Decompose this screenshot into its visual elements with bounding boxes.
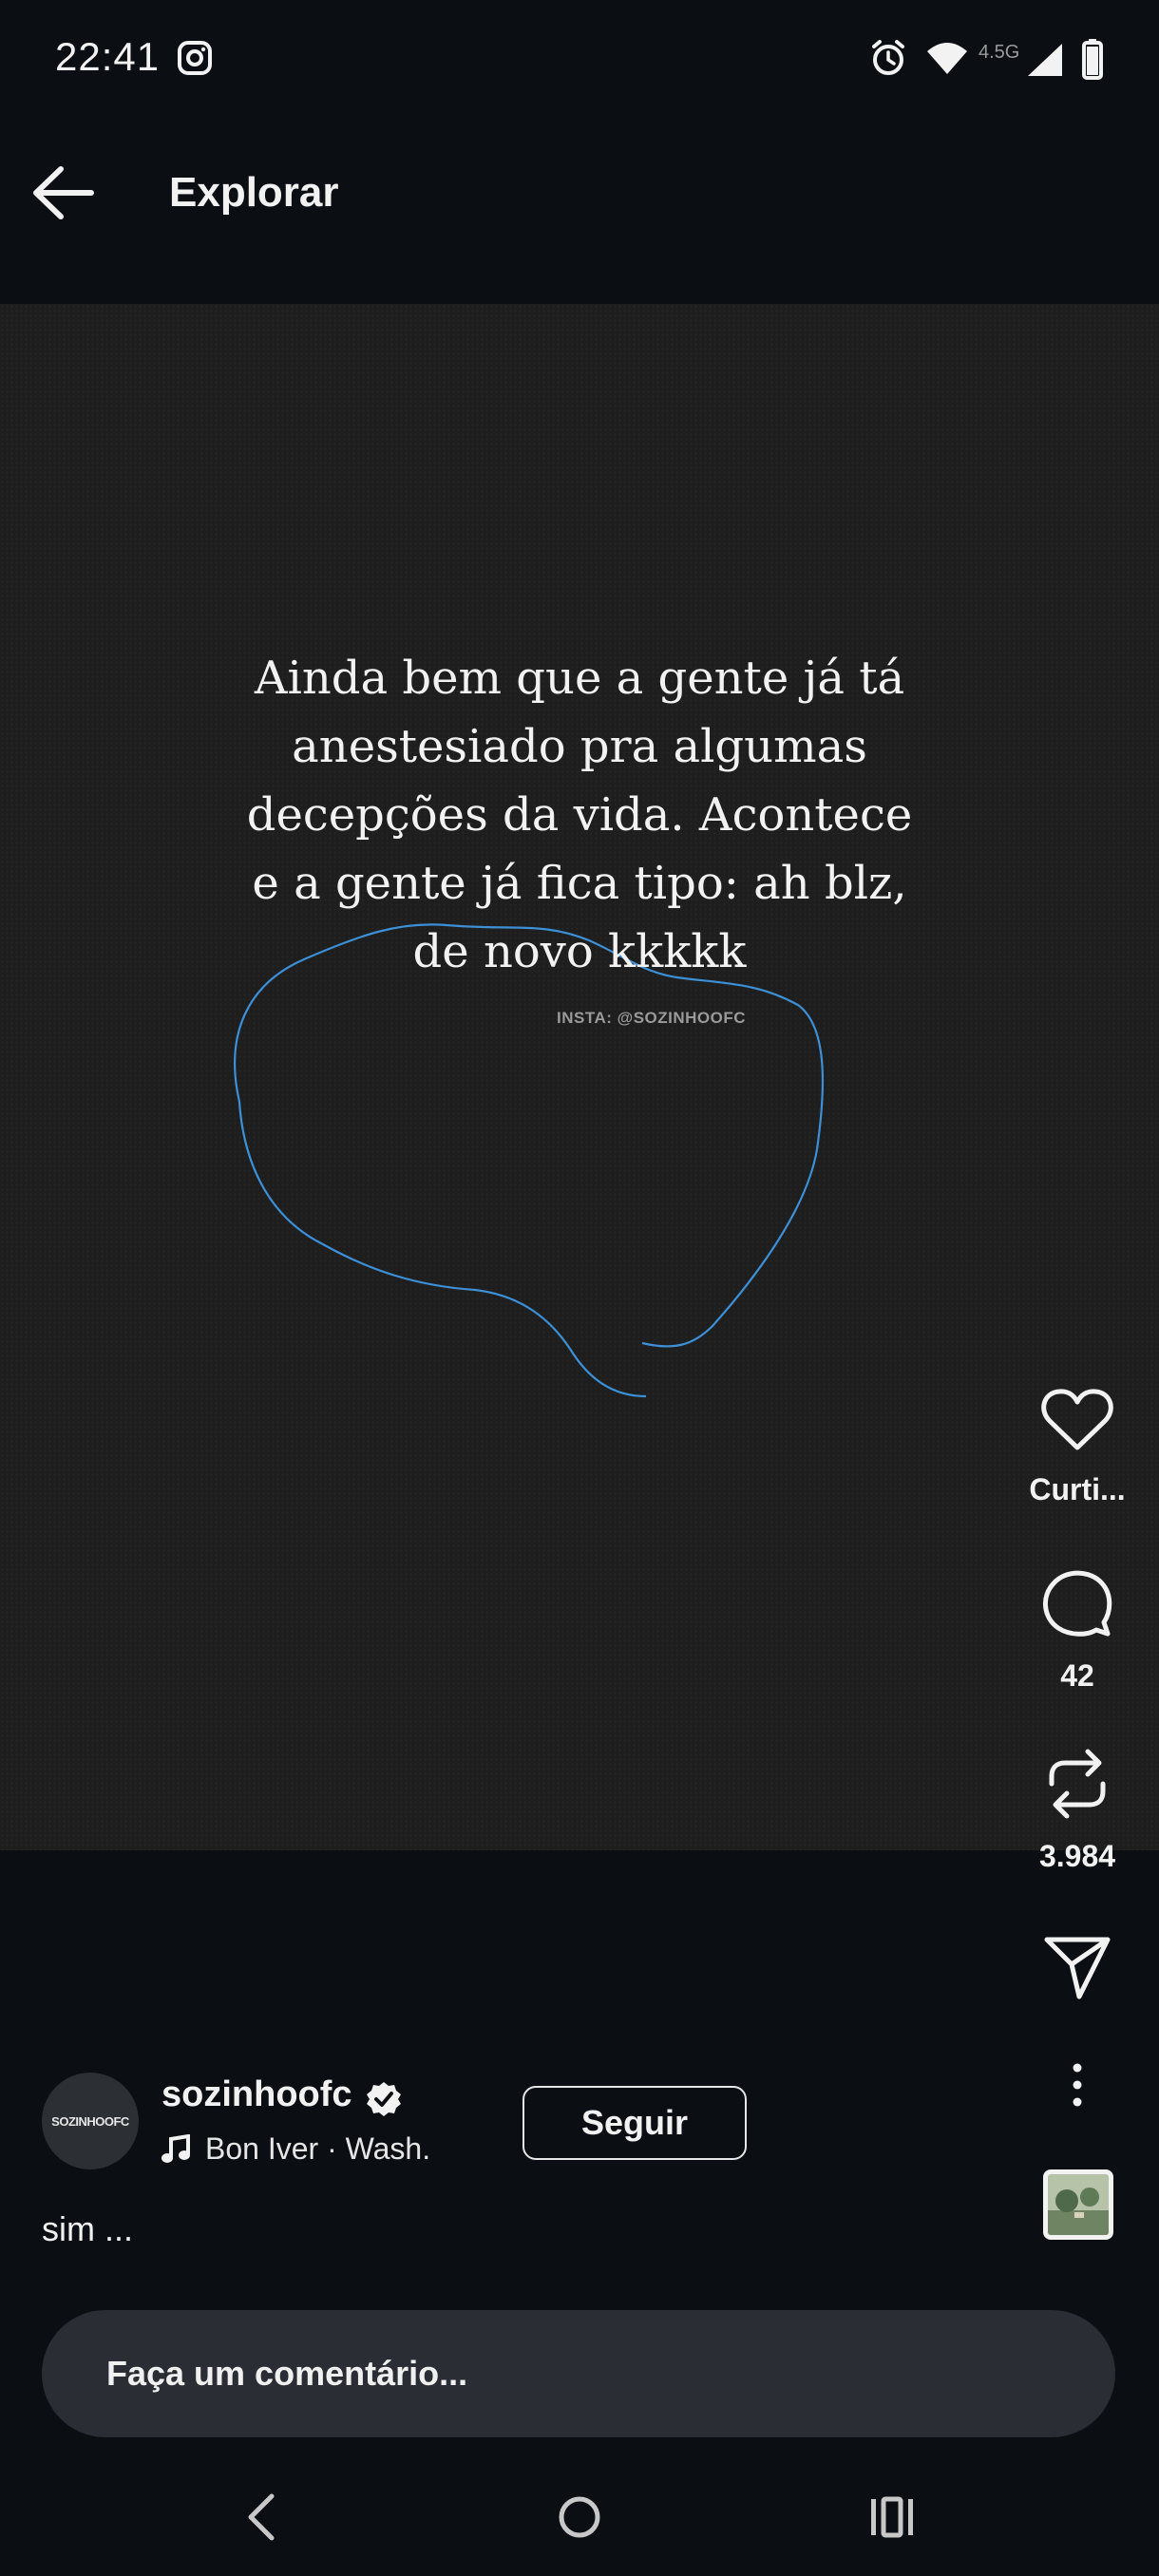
repost-button[interactable]: 3.984 — [1011, 1748, 1144, 1874]
share-button[interactable] — [1011, 1934, 1144, 2000]
comment-input[interactable]: Faça um comentário... — [42, 2310, 1115, 2437]
more-vertical-icon — [1073, 2063, 1082, 2107]
avatar[interactable]: SOZINHOOFC — [42, 2073, 139, 2169]
like-button[interactable]: Curti... — [1011, 1387, 1144, 1507]
system-nav-bar — [0, 2460, 1159, 2576]
status-bar: 22:41 4.5G — [0, 0, 1159, 116]
music-thumbnail[interactable] — [1043, 2169, 1113, 2240]
reposts-count: 3.984 — [1038, 1839, 1116, 1873]
music-note-icon — [162, 2133, 190, 2163]
more-options-button[interactable] — [1011, 2061, 1144, 2109]
post-quote-text: Ainda bem que a gente já tá anestesiado … — [0, 644, 1159, 986]
like-label: Curti... — [1029, 1472, 1126, 1506]
watermark: INSTA: @SOZINHOOFC — [557, 1009, 747, 1027]
alarm-icon — [872, 40, 904, 75]
quote-line: de novo kkkkk — [412, 925, 747, 978]
music-info[interactable]: Bon Iver · Wash. — [162, 2131, 430, 2167]
battery-icon — [1082, 39, 1103, 80]
username[interactable]: sozinhoofc — [162, 2074, 352, 2115]
nav-home-icon[interactable] — [557, 2494, 602, 2540]
comment-button[interactable]: 42 — [1011, 1567, 1144, 1694]
nav-back-icon[interactable] — [245, 2492, 277, 2542]
status-time: 22:41 — [55, 34, 161, 79]
music-title: Bon Iver · Wash. — [205, 2131, 431, 2166]
network-type-label: 4.5G — [978, 42, 1020, 63]
wifi-icon — [927, 43, 967, 74]
signal-icon — [1028, 44, 1062, 76]
page-title: Explorar — [169, 169, 339, 216]
quote-line: e a gente já fica tipo: ah blz, — [252, 857, 907, 910]
quote-line: anestesiado pra algumas — [292, 720, 867, 773]
repost-icon — [1049, 1749, 1106, 1819]
follow-button[interactable]: Seguir — [522, 2086, 747, 2160]
verified-badge-icon — [367, 2082, 401, 2116]
send-icon — [1044, 1937, 1111, 1999]
post-caption[interactable]: sim ... — [42, 2209, 133, 2249]
quote-line: decepções da vida. Acontece — [246, 788, 913, 842]
back-arrow-icon[interactable] — [28, 161, 101, 224]
instagram-icon — [178, 41, 212, 75]
heart-icon — [1041, 1389, 1113, 1450]
comment-placeholder: Faça um comentário... — [106, 2354, 468, 2393]
nav-recents-icon[interactable] — [868, 2496, 916, 2538]
comment-icon — [1043, 1570, 1112, 1637]
album-art-image — [1048, 2174, 1109, 2235]
quote-line: Ainda bem que a gente já tá — [254, 652, 905, 705]
comments-count: 42 — [1060, 1658, 1094, 1693]
